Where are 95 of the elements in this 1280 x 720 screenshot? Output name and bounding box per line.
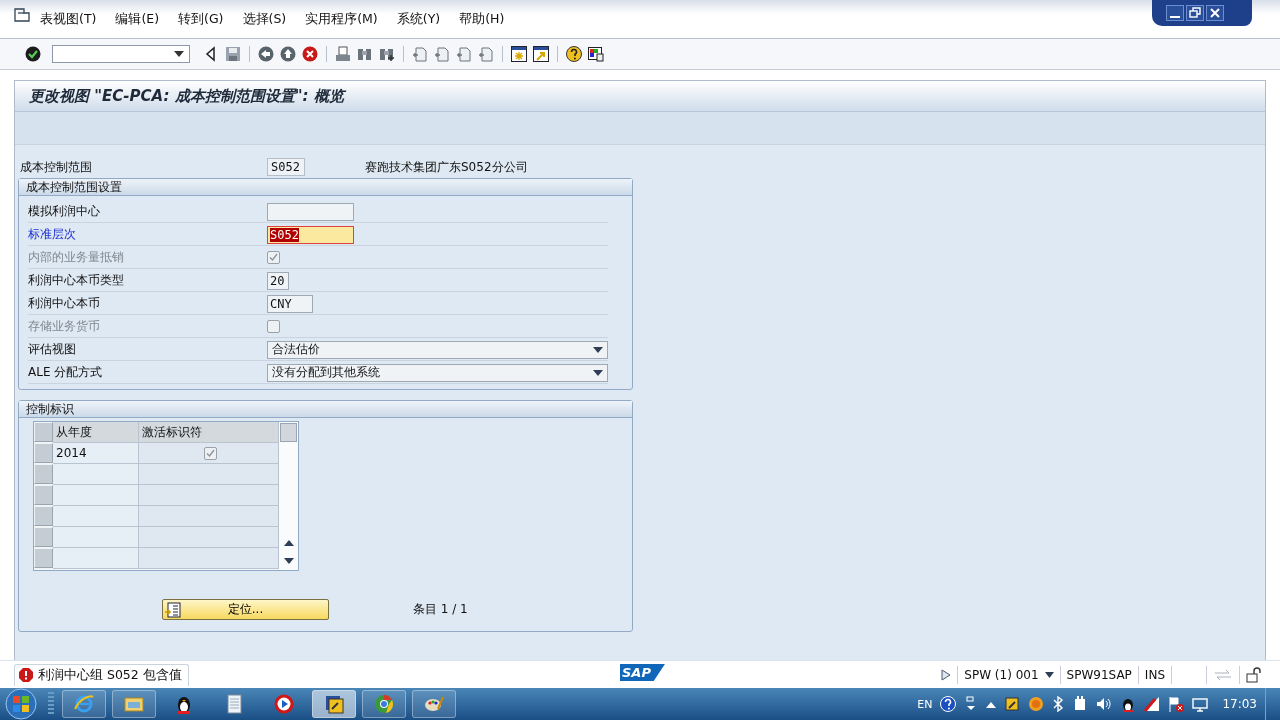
input-field[interactable]: CNY — [267, 294, 313, 313]
caret-icon[interactable] — [174, 51, 184, 57]
field-label: 存储业务货币 — [28, 318, 101, 335]
sap-window-icon — [323, 693, 345, 715]
save-icon[interactable] — [225, 46, 241, 62]
column-header[interactable]: 从年度 — [53, 422, 139, 443]
server-name: SPW91SAP — [1066, 667, 1132, 682]
table-cell[interactable] — [53, 527, 139, 548]
insert-mode: INS — [1144, 667, 1165, 682]
column-header[interactable]: 激活标识符 — [139, 422, 279, 443]
output-field: S052 — [267, 158, 305, 176]
menu-item[interactable]: 帮助(H) — [459, 10, 505, 28]
field-label: 内部的业务量抵销 — [28, 249, 125, 266]
monitor-icon[interactable] — [588, 46, 604, 62]
field-label: 模拟利润中心 — [28, 203, 101, 220]
taskbar-button[interactable] — [312, 690, 356, 718]
field-label: 成本控制范围 — [20, 158, 93, 176]
bluetooth-icon[interactable] — [1052, 696, 1065, 712]
input-field[interactable]: S052 — [267, 225, 354, 244]
table-cell: 2014 — [53, 443, 139, 464]
sun-icon[interactable] — [1028, 696, 1045, 712]
back-icon[interactable] — [258, 46, 274, 62]
binoculars-plus-icon[interactable] — [379, 46, 395, 62]
restore-icon[interactable] — [1186, 5, 1204, 21]
group-title: 成本控制范围设置 — [19, 179, 632, 196]
status-message[interactable]: 利润中心组 S052 包含值 — [14, 663, 189, 686]
cancel-icon[interactable] — [302, 46, 318, 62]
field-label: 利润中心本币 — [28, 295, 101, 312]
browser-icon — [73, 693, 95, 715]
check-icon[interactable] — [25, 46, 41, 62]
entry-counter: 条目 1 / 1 — [413, 601, 468, 618]
screen-title: 更改视图 "EC-PCA: 成本控制范围设置": 概览 — [29, 86, 344, 106]
page-icon[interactable] — [456, 46, 472, 62]
clock[interactable]: 17:03 — [1222, 697, 1265, 711]
start-button[interactable] — [2, 688, 40, 720]
binoculars-icon[interactable] — [357, 46, 373, 62]
exit-icon[interactable] — [280, 46, 296, 62]
triangle-right-icon[interactable] — [941, 668, 952, 681]
speaker-icon[interactable] — [1096, 696, 1113, 712]
menu-item[interactable]: 表视图(T) — [40, 10, 97, 28]
caret-icon[interactable] — [593, 346, 603, 353]
menu-item[interactable]: 编辑(E) — [115, 10, 160, 28]
player-icon — [273, 693, 295, 715]
connection-icon — [1213, 668, 1233, 681]
field-label: 标准层次 — [28, 226, 77, 243]
menu-item[interactable]: 转到(G) — [178, 10, 224, 28]
table-cell[interactable] — [53, 464, 139, 485]
input-field[interactable]: 20 — [267, 271, 289, 290]
minimize-icon[interactable] — [1166, 5, 1184, 21]
dropdown[interactable]: 没有分配到其他系统 — [266, 363, 608, 382]
monitor-icon[interactable] — [1192, 696, 1209, 712]
print-icon[interactable] — [335, 46, 351, 62]
scroll-thumb[interactable] — [280, 423, 297, 442]
sap-tray-icon[interactable] — [1004, 696, 1021, 712]
table-cell[interactable] — [139, 548, 279, 569]
table-cell[interactable] — [139, 485, 279, 506]
caret-icon[interactable] — [593, 369, 603, 376]
help-icon[interactable] — [566, 46, 582, 62]
page-icon[interactable] — [434, 46, 450, 62]
lock-icon[interactable] — [1246, 666, 1262, 683]
table-cell[interactable] — [139, 527, 279, 548]
table-cell[interactable] — [53, 548, 139, 569]
page-icon[interactable] — [412, 46, 428, 62]
menu-item[interactable]: 实用程序(M) — [305, 10, 378, 28]
dropdown[interactable]: 合法估价 — [266, 340, 608, 359]
caret-icon[interactable] — [1044, 671, 1054, 678]
menu-item[interactable]: 选择(S) — [242, 10, 287, 28]
error-icon — [19, 668, 33, 682]
field-description: 赛跑技术集团广东S052分公司 — [365, 158, 528, 176]
menu-item[interactable]: 系统(Y) — [396, 10, 441, 28]
language-indicator[interactable]: EN — [917, 697, 933, 711]
triangle-up-icon[interactable] — [986, 700, 997, 708]
position-icon — [165, 601, 181, 618]
network-warning-icon[interactable] — [1144, 696, 1161, 712]
group-title: 控制标识 — [19, 401, 632, 418]
flag-icon[interactable] — [1168, 696, 1185, 712]
table-cell[interactable] — [139, 464, 279, 485]
system-info[interactable]: SPW (1) 001 — [964, 667, 1039, 682]
table-cell[interactable] — [53, 506, 139, 527]
table-cell[interactable] — [139, 506, 279, 527]
field-label: 利润中心本币类型 — [28, 272, 125, 289]
input-field[interactable] — [267, 202, 354, 221]
chrome-icon — [373, 693, 395, 715]
sap-logo: SAP — [620, 664, 665, 681]
scroll-up-icon[interactable] — [283, 540, 294, 546]
command-field[interactable] — [52, 45, 190, 63]
page-icon[interactable] — [478, 46, 494, 62]
close-icon[interactable] — [1206, 5, 1224, 21]
field-label: 评估视图 — [28, 341, 77, 358]
field-label: ALE 分配方式 — [28, 364, 104, 381]
table-cell[interactable] — [53, 485, 139, 506]
position-button[interactable]: 定位... — [162, 599, 329, 620]
scroll-down-icon[interactable] — [283, 558, 294, 564]
menu-icon[interactable] — [14, 8, 30, 22]
scrollbar[interactable] — [279, 422, 298, 570]
